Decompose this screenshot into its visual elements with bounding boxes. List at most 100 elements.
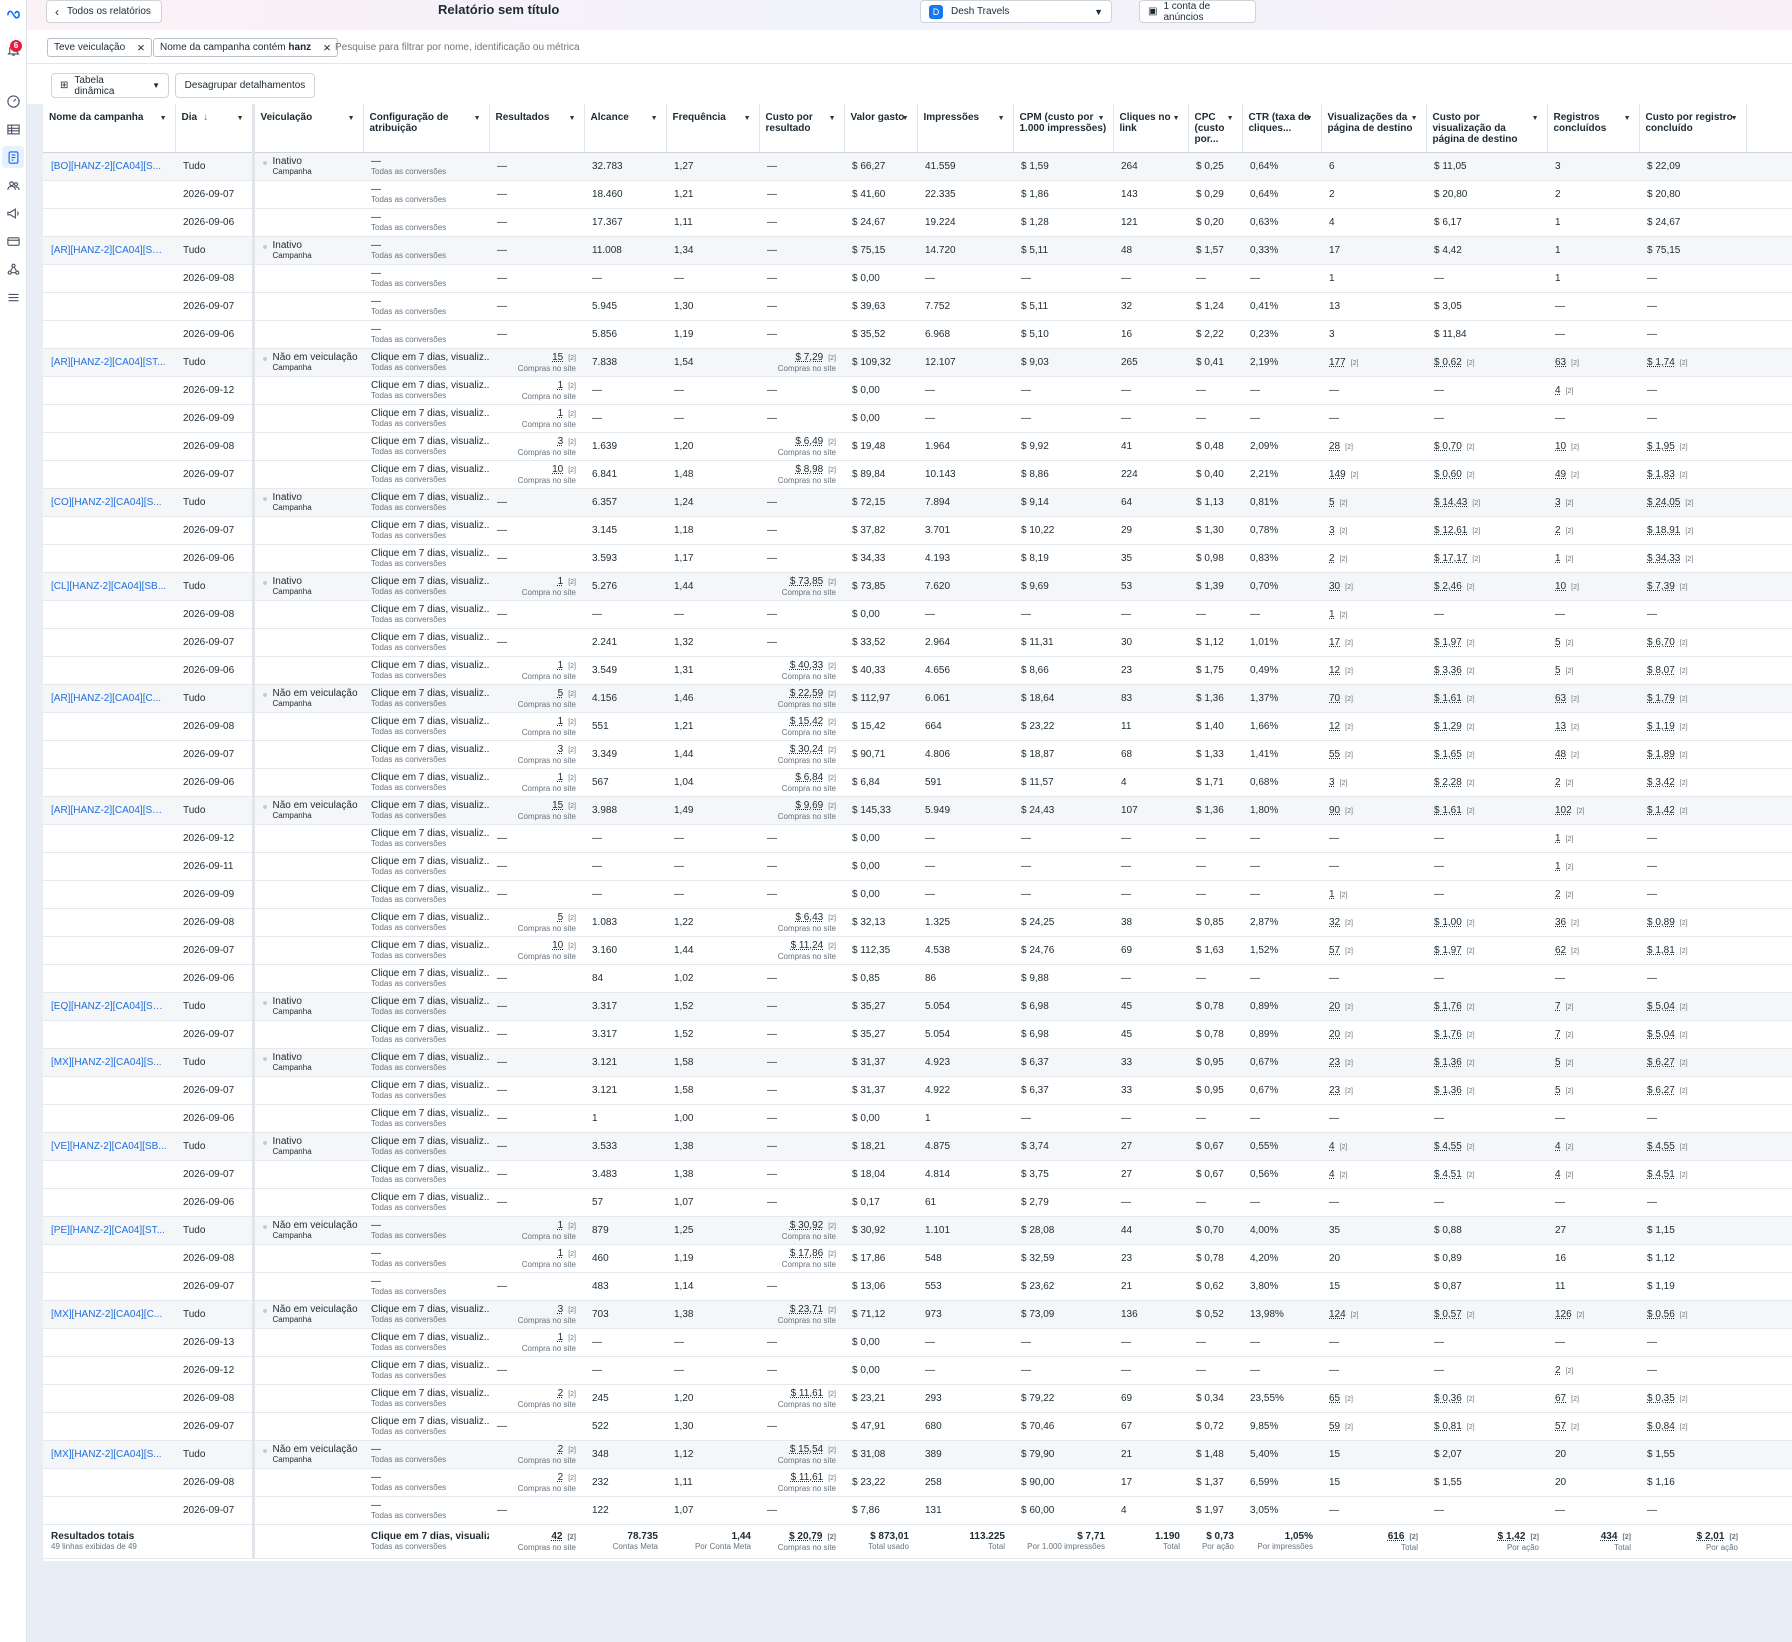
table-row[interactable]: 2026-09-07 Clique em 7 dias, visualiz... T… (43, 628, 1792, 657)
table-row[interactable]: 2026-09-06 Clique em 7 dias, visualiz... T… (43, 544, 1792, 573)
dashboard-icon[interactable] (2, 90, 24, 112)
column-menu-icon[interactable]: ▼ (1173, 113, 1180, 124)
table-cell[interactable]: [EQ][HANZ-2][CA04][SB... (43, 992, 175, 1021)
column-header[interactable]: Custo por resultado ▼ (759, 104, 845, 153)
column-header[interactable]: CTR (taxa de cliques... ▼ (1242, 104, 1322, 153)
table-row[interactable]: 2026-09-07 Clique em 7 dias, visualiz... T… (43, 740, 1792, 769)
sort-descending-icon[interactable]: ↓ (203, 112, 208, 123)
filter-chip-campaign-name[interactable]: Nome da campanha contém hanz × (153, 38, 338, 57)
table-cell[interactable]: [AR][HANZ-2][CA04][SB... (43, 796, 175, 825)
reports-icon[interactable] (2, 146, 24, 168)
table-row[interactable]: 2026-09-07 Clique em 7 dias, visualiz... T… (43, 516, 1792, 545)
column-header[interactable]: Visualizações da página de destino ▼ (1321, 104, 1427, 153)
column-menu-icon[interactable]: ▼ (1306, 113, 1313, 124)
table-row[interactable]: 2026-09-06 Clique em 7 dias, visualiz... T… (43, 656, 1792, 685)
column-header[interactable]: CPC (custo por... ▼ (1188, 104, 1243, 153)
column-header[interactable]: Custo por registro concluído ▼ (1639, 104, 1747, 153)
table-row[interactable]: 2026-09-08 Clique em 7 dias, visualiz... T… (43, 600, 1792, 629)
table-row[interactable]: 2026-09-07— Todas as conversões —122 1,07— $… (43, 1496, 1792, 1525)
column-header[interactable]: Impressões ▼ (917, 104, 1014, 153)
table-row[interactable]: 2026-09-06 Clique em 7 dias, visualiz... T… (43, 768, 1792, 797)
table-row[interactable]: [CL][HANZ-2][CA04][SB... Tudo Inativo Campa… (43, 572, 1792, 601)
table-row[interactable]: 2026-09-06— Todas as conversões —17.367 1,1… (43, 208, 1792, 237)
table-row[interactable]: [AR][HANZ-2][CA04][SB... Tudo Não em veicu… (43, 796, 1792, 825)
column-header[interactable]: Custo por visualização da página de dest… (1426, 104, 1548, 153)
column-menu-icon[interactable]: ▼ (474, 113, 481, 124)
table-icon[interactable] (2, 118, 24, 140)
billing-card-icon[interactable] (2, 230, 24, 252)
table-row[interactable]: [AR][HANZ-2][CA04][SB... Tudo Inativo Campa… (43, 236, 1792, 265)
column-menu-icon[interactable]: ▼ (348, 113, 355, 124)
column-header[interactable]: Dia ↓ ▼ (175, 104, 255, 153)
table-row[interactable]: 2026-09-06 Clique em 7 dias, visualiz... T… (43, 1104, 1792, 1133)
table-row[interactable]: [MX][HANZ-2][CA04][S... Tudo Não em veicul… (43, 1440, 1792, 1469)
megaphone-icon[interactable] (2, 202, 24, 224)
meta-logo-icon[interactable] (2, 2, 24, 24)
table-row[interactable]: 2026-09-06— Todas as conversões —5.856 1,19… (43, 320, 1792, 349)
table-row[interactable]: [MX][HANZ-2][CA04][S... Tudo Inativo Campan… (43, 1048, 1792, 1077)
table-row[interactable]: 2026-09-08— Todas as conversões — — — — $ 0,00… (43, 264, 1792, 293)
table-row[interactable]: 2026-09-08 Clique em 7 dias, visualiz... T… (43, 908, 1792, 937)
close-icon[interactable]: × (137, 41, 145, 54)
table-row[interactable]: [CO][HANZ-2][CA04][S... Tudo Inativo Campan… (43, 488, 1792, 517)
table-row[interactable]: [EQ][HANZ-2][CA04][SB... Tudo Inativo Campa… (43, 992, 1792, 1021)
table-row[interactable]: 2026-09-07— Todas as conversões —5.945 1,30… (43, 292, 1792, 321)
table-cell[interactable]: [VE][HANZ-2][CA04][SB... (43, 1132, 175, 1161)
column-header[interactable]: Cliques no link ▼ (1113, 104, 1189, 153)
table-row[interactable]: 2026-09-07 Clique em 7 dias, visualiz... T… (43, 936, 1792, 965)
column-menu-icon[interactable]: ▼ (1411, 113, 1418, 124)
filter-chip-delivered[interactable]: Teve veiculação × (47, 38, 152, 57)
table-cell[interactable]: [AR][HANZ-2][CA04][C... (43, 684, 175, 713)
column-menu-icon[interactable]: ▼ (902, 113, 909, 124)
table-row[interactable]: 2026-09-06 Clique em 7 dias, visualiz... T… (43, 964, 1792, 993)
pivot-table-dropdown[interactable]: ⊞ Tabela dinâmica ▼ (51, 73, 169, 98)
column-header[interactable]: Veiculação ▼ (253, 104, 364, 153)
page-title[interactable]: Relatório sem título (438, 2, 559, 17)
column-header[interactable]: Registros concluídos ▼ (1547, 104, 1640, 153)
column-menu-icon[interactable]: ▼ (160, 113, 167, 124)
column-header[interactable]: Resultados ▼ (489, 104, 585, 153)
table-row[interactable]: 2026-09-12 Clique em 7 dias, visualiz... T… (43, 1356, 1792, 1385)
close-icon[interactable]: × (323, 41, 331, 54)
ad-accounts-button[interactable]: ▣ 1 conta de anúncios (1139, 0, 1256, 23)
table-cell[interactable]: [PE][HANZ-2][CA04][ST... (43, 1216, 175, 1245)
column-menu-icon[interactable]: ▼ (1624, 113, 1631, 124)
column-header[interactable]: Configuração de atribuição ▼ (363, 104, 490, 153)
table-row[interactable]: 2026-09-12 Clique em 7 dias, visualiz... T… (43, 824, 1792, 853)
column-header[interactable]: Nome da campanha ▼ (43, 104, 176, 153)
table-row[interactable]: [MX][HANZ-2][CA04][C... Tudo Não em veicul… (43, 1300, 1792, 1329)
column-menu-icon[interactable]: ▼ (237, 113, 244, 124)
table-row[interactable]: 2026-09-07 Clique em 7 dias, visualiz... T… (43, 460, 1792, 489)
table-row[interactable]: [AR][HANZ-2][CA04][C... Tudo Não em veicul… (43, 684, 1792, 713)
column-menu-icon[interactable]: ▼ (1227, 113, 1234, 124)
table-row[interactable]: 2026-09-08— Todas as conversões 1 [2] Compra… (43, 1244, 1792, 1273)
table-cell[interactable]: [AR][HANZ-2][CA04][ST... (43, 348, 175, 377)
table-row[interactable]: 2026-09-09 Clique em 7 dias, visualiz... T… (43, 404, 1792, 433)
table-row[interactable]: [PE][HANZ-2][CA04][ST... Tudo Não em veicu… (43, 1216, 1792, 1245)
table-row[interactable]: [AR][HANZ-2][CA04][ST... Tudo Não em veicu… (43, 348, 1792, 377)
audiences-icon[interactable] (2, 174, 24, 196)
table-row[interactable]: 2026-09-07 Clique em 7 dias, visualiz... T… (43, 1412, 1792, 1441)
table-cell[interactable]: [MX][HANZ-2][CA04][S... (43, 1440, 175, 1469)
table-cell[interactable]: [AR][HANZ-2][CA04][SB... (43, 236, 175, 265)
account-selector[interactable]: D Desh Travels ▼ (920, 0, 1112, 23)
column-menu-icon[interactable]: ▼ (1532, 113, 1539, 124)
table-row[interactable]: 2026-09-07 Clique em 7 dias, visualiz... T… (43, 1076, 1792, 1105)
filter-search-input[interactable] (335, 38, 935, 57)
events-manager-icon[interactable] (2, 258, 24, 280)
table-cell[interactable]: [BO][HANZ-2][CA04][S... (43, 152, 175, 181)
table-row[interactable]: 2026-09-09 Clique em 7 dias, visualiz... T… (43, 880, 1792, 909)
ungroup-breakdowns-button[interactable]: Desagrupar detalhamentos (175, 73, 315, 98)
table-row[interactable]: 2026-09-07 Clique em 7 dias, visualiz... T… (43, 1160, 1792, 1189)
column-menu-icon[interactable]: ▼ (829, 113, 836, 124)
column-menu-icon[interactable]: ▼ (1098, 113, 1105, 124)
column-header[interactable]: CPM (custo por 1.000 impressões) ▼ (1013, 104, 1114, 153)
table-cell[interactable]: [MX][HANZ-2][CA04][C... (43, 1300, 175, 1329)
table-row[interactable]: 2026-09-06 Clique em 7 dias, visualiz... T… (43, 1188, 1792, 1217)
table-row[interactable]: 2026-09-07— Todas as conversões —483 1,14— $… (43, 1272, 1792, 1301)
column-menu-icon[interactable]: ▼ (651, 113, 658, 124)
table-row[interactable]: 2026-09-11 Clique em 7 dias, visualiz... T… (43, 852, 1792, 881)
table-cell[interactable]: [CO][HANZ-2][CA04][S... (43, 488, 175, 517)
table-row[interactable]: 2026-09-07— Todas as conversões —18.460 1,2… (43, 180, 1792, 209)
table-row[interactable]: [VE][HANZ-2][CA04][SB... Tudo Inativo Campa… (43, 1132, 1792, 1161)
